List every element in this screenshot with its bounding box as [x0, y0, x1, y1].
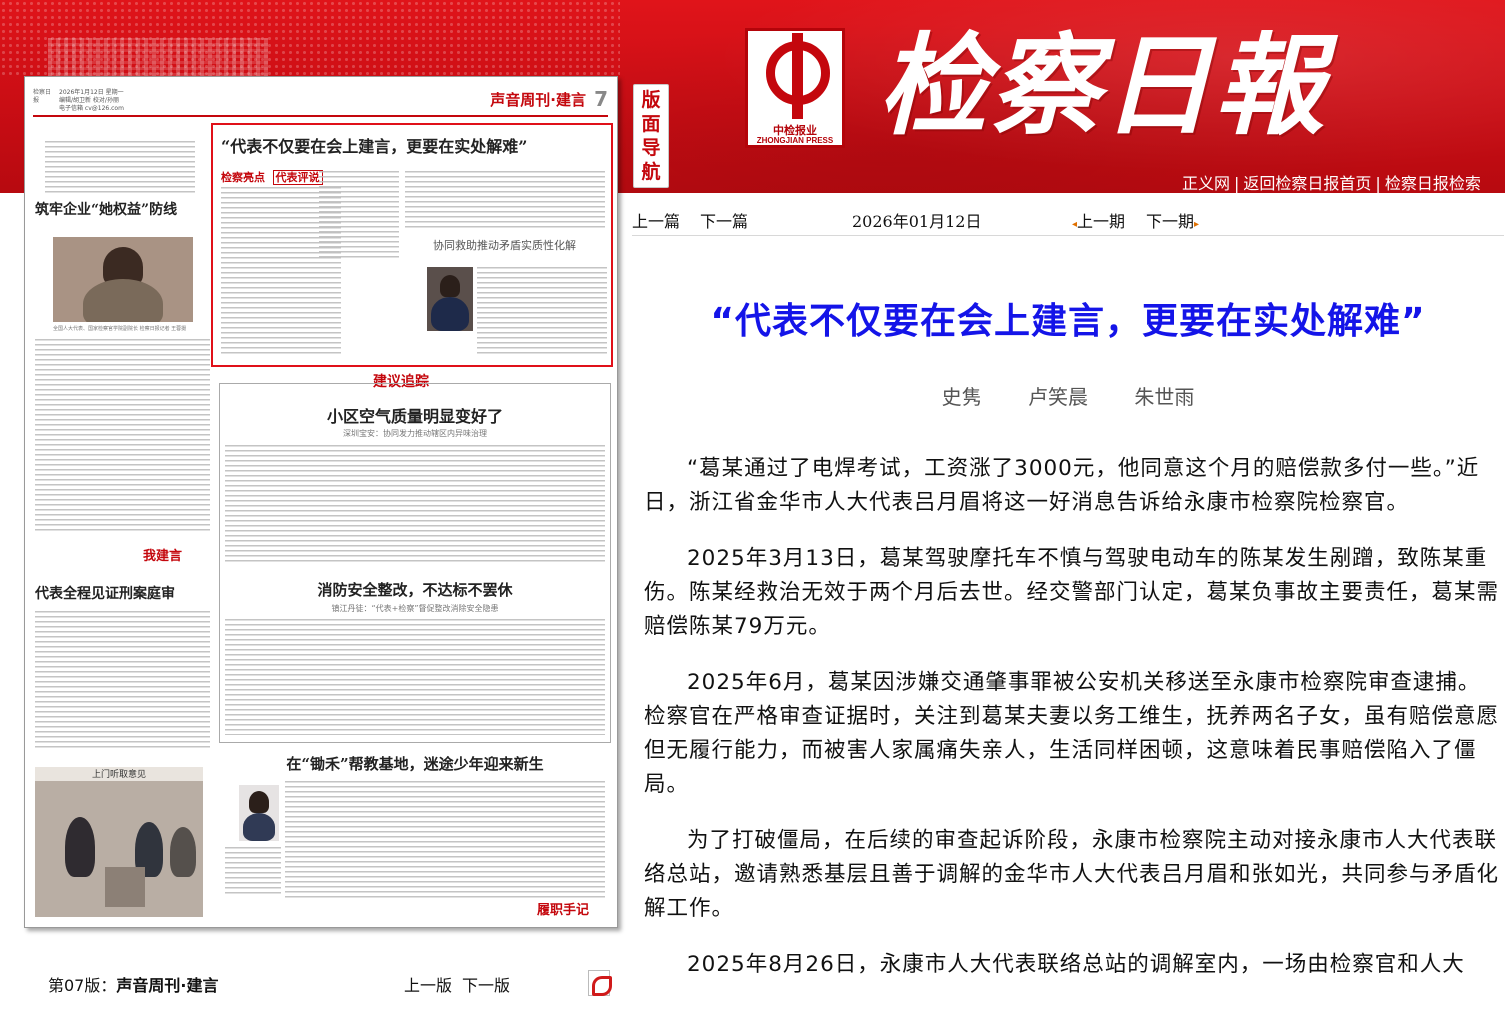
article-authors: 史隽 卢笑晨 朱世雨: [632, 381, 1504, 410]
link-search[interactable]: 检察日报检索: [1385, 174, 1481, 193]
article-paragraph: 2025年3月13日，葛某驾驶摩托车不慎与驾驶电动车的陈某发生剐蹭，致陈某重伤。…: [644, 546, 1500, 639]
thumb-text-block: [35, 611, 210, 751]
thumb-side-headline[interactable]: 协同救助推动矛盾实质性化解: [433, 237, 576, 253]
thumb-datebox: 2026年1月12日 星期一 编辑/胡卫新 校对/孙丽 电子信箱 cv@126.…: [59, 89, 124, 113]
article-body: “葛某通过了电焊考试，工资涨了3000元，他同意这个月的赔偿款多付一些。”近日，…: [644, 452, 1502, 1004]
thumb-page-number: 7: [594, 87, 608, 111]
article-nav: 上一篇 下一篇 2026年01月12日 ◂上一期 下一期▸: [632, 208, 1504, 236]
thumb-date-line: 电子信箱 cv@126.com: [59, 105, 124, 112]
thumb-section-title: 声音周刊·建言: [490, 91, 586, 109]
thumb-text-block: [45, 141, 195, 193]
prev-article-link[interactable]: 上一篇: [632, 208, 680, 232]
thumb-masthead: 检察日报: [33, 89, 52, 104]
page-thumbnail[interactable]: 检察日报 2026年1月12日 星期一 编辑/胡卫新 校对/孙丽 电子信箱 cv…: [24, 76, 618, 928]
thumb-text-block: [405, 171, 605, 231]
thumb-story3-headline[interactable]: 消防安全整改，不达标不罢休: [219, 579, 611, 600]
thumb-tag-jianyan: 我建言: [143, 549, 183, 564]
thumb-left-lower-headline[interactable]: 代表全程见证刑案庭审: [35, 583, 175, 603]
arrow-right-icon: ▸: [1194, 219, 1200, 230]
logo-bar-icon: [792, 33, 803, 119]
thumb-meeting-photo-caption: 上门听取意见: [35, 767, 203, 781]
next-page-link[interactable]: 下一版: [462, 976, 510, 995]
prev-issue-link[interactable]: ◂上一期: [1072, 208, 1125, 232]
nav-tag-char: 导: [641, 137, 661, 159]
thumb-portrait-photo: [53, 237, 193, 322]
issue-date: 2026年01月12日: [852, 212, 982, 231]
article-title: “代表不仅要在会上建言，更要在实处解难”: [710, 301, 1426, 342]
prev-page-link[interactable]: 上一版: [404, 976, 452, 995]
thumb-photo-caption: 全国人大代表、国家检察官学院副院长 检察日报记者 王蓉摄: [53, 326, 187, 332]
article-paragraph: “葛某通过了电焊考试，工资涨了3000元，他同意这个月的赔偿款多付一些。”近日，…: [644, 456, 1480, 515]
page-label: 第07版：声音周刊·建言: [48, 972, 218, 996]
newspaper-masthead: 检察日報: [878, 21, 1326, 150]
next-article-link[interactable]: 下一篇: [700, 208, 748, 232]
thumb-text-block: [35, 339, 210, 534]
header-decoration: [48, 38, 268, 76]
link-zhengyi[interactable]: 正义网: [1182, 174, 1230, 193]
nav-tag-char: 面: [641, 113, 661, 135]
thumb-story4-photo: [239, 785, 279, 841]
thumb-main-tags: 检察亮点 代表评说: [221, 169, 323, 185]
thumb-date-line: 2026年1月12日 星期一: [59, 89, 124, 96]
author-name: 朱世雨: [1134, 385, 1195, 409]
next-issue-label: 下一期: [1146, 212, 1195, 231]
thumb-tag-b: 代表评说: [272, 170, 323, 185]
thumb-main-headline[interactable]: “代表不仅要在会上建言，更要在实处解难”: [221, 133, 611, 157]
thumb-delegate-photo: [427, 267, 473, 331]
article-paragraph: 为了打破僵局，在后续的审查起诉阶段，永康市检察院主动对接永康市人大代表联络总站，…: [644, 828, 1500, 921]
author-name: 史隽: [941, 385, 982, 409]
thumb-story4-headline[interactable]: 在“锄禾”帮教基地，迷途少年迎来新生: [219, 753, 611, 774]
next-issue-link[interactable]: 下一期▸: [1146, 208, 1199, 232]
pdf-download-icon[interactable]: [588, 970, 612, 996]
page-number-label: 第07版：: [48, 976, 117, 995]
link-home[interactable]: 返回检察日报首页: [1243, 174, 1371, 193]
thumb-text-block: [319, 171, 399, 261]
thumb-text-block: [285, 781, 605, 899]
nav-tag-char: 版: [641, 89, 661, 111]
page-nav: 上一版 下一版: [404, 972, 520, 996]
page-name[interactable]: 声音周刊·建言: [116, 976, 218, 995]
thumb-story3-sub: 镇江丹徒：“代表+检察”督促整改消除安全隐患: [331, 604, 499, 613]
thumb-tag-a: 检察亮点: [221, 171, 265, 184]
thumb-story2-headline[interactable]: 小区空气质量明显变好了: [219, 403, 611, 427]
logo-en-text: ZHONGJIAN PRESS: [756, 136, 834, 145]
article-paragraph: 2025年8月26日，永康市人大代表联络总站的调解室内，一场由检察官和人大: [687, 952, 1465, 977]
thumb-header: 检察日报 2026年1月12日 星期一 编辑/胡卫新 校对/孙丽 电子信箱 cv…: [33, 87, 608, 117]
thumb-footer-tag: 履职手记: [537, 903, 590, 918]
thumb-date-line: 编辑/胡卫新 校对/孙丽: [59, 97, 119, 104]
top-links: 正义网 | 返回检察日报首页 | 检察日报检索: [1182, 174, 1481, 193]
prev-issue-label: 上一期: [1077, 212, 1126, 231]
nav-tag-char: 航: [641, 161, 661, 183]
layout-nav-tag[interactable]: 版 面 导 航: [633, 84, 669, 188]
press-logo[interactable]: 中检报业 ZHONGJIAN PRESS: [745, 28, 845, 148]
author-name: 卢笑晨: [1028, 385, 1088, 409]
thumb-text-block: [477, 267, 607, 357]
thumb-meeting-photo: 上门听取意见: [35, 767, 203, 917]
thumb-text-block: [225, 445, 605, 565]
article-paragraph: 2025年6月，葛某因涉嫌交通肇事罪被公安机关移送至永康市检察院审查逮捕。检察官…: [644, 670, 1500, 797]
thumb-text-block: [225, 619, 605, 735]
thumb-text-block: [225, 847, 281, 897]
thumb-story2-sub: 深圳宝安：协同发力推动辖区内异味治理: [343, 429, 487, 438]
thumb-left-headline[interactable]: 筑牢企业“她权益”防线: [35, 199, 213, 219]
